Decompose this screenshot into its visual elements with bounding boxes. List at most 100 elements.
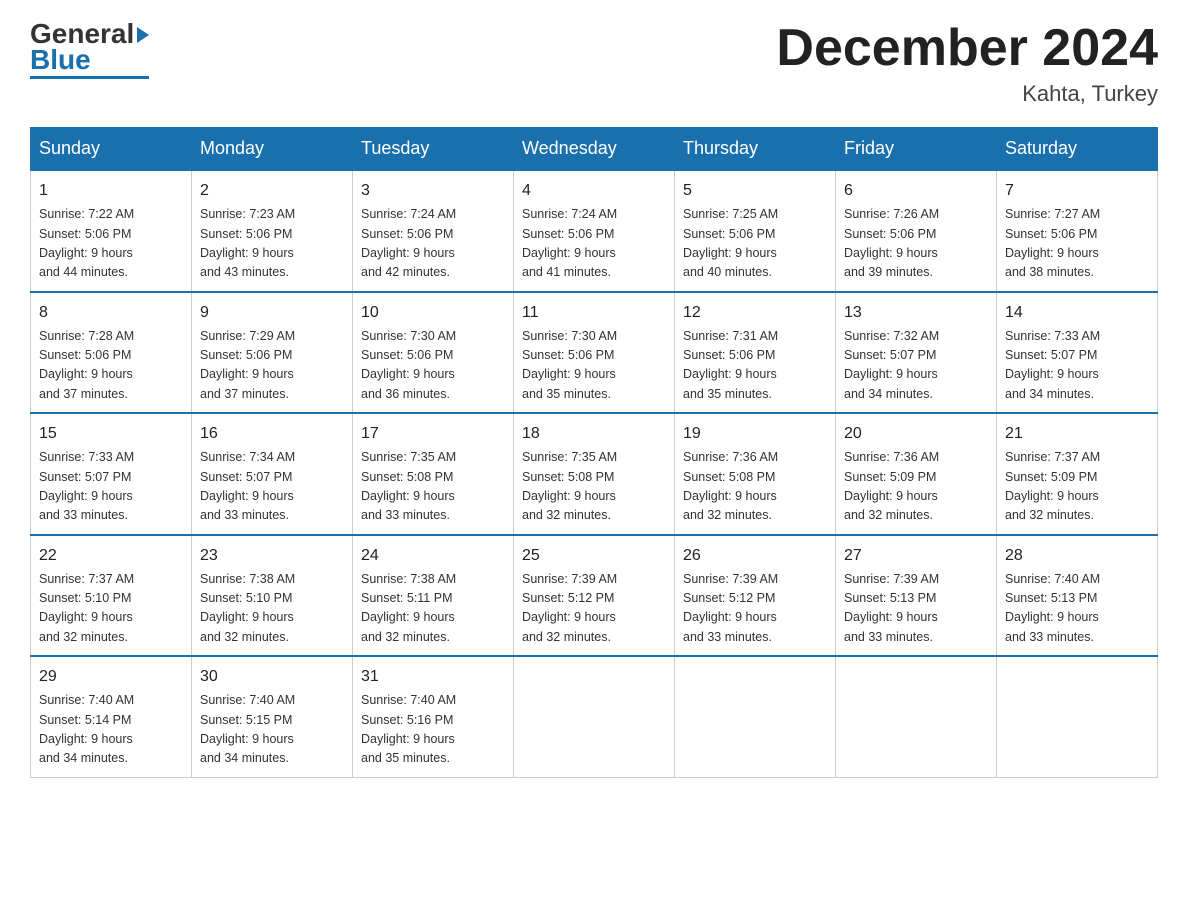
col-saturday: Saturday [997,128,1158,171]
day-number: 2 [200,179,344,203]
calendar-table: Sunday Monday Tuesday Wednesday Thursday… [30,127,1158,778]
logo-blue: Blue [30,46,91,74]
day-info: Sunrise: 7:36 AMSunset: 5:08 PMDaylight:… [683,448,827,526]
table-row: 21 Sunrise: 7:37 AMSunset: 5:09 PMDaylig… [997,413,1158,535]
month-title: December 2024 [776,20,1158,77]
day-info: Sunrise: 7:33 AMSunset: 5:07 PMDaylight:… [39,448,183,526]
day-info: Sunrise: 7:38 AMSunset: 5:11 PMDaylight:… [361,570,505,648]
table-row: 11 Sunrise: 7:30 AMSunset: 5:06 PMDaylig… [514,292,675,414]
day-number: 22 [39,544,183,568]
table-row: 14 Sunrise: 7:33 AMSunset: 5:07 PMDaylig… [997,292,1158,414]
table-row: 10 Sunrise: 7:30 AMSunset: 5:06 PMDaylig… [353,292,514,414]
day-info: Sunrise: 7:22 AMSunset: 5:06 PMDaylight:… [39,205,183,283]
col-tuesday: Tuesday [353,128,514,171]
day-info: Sunrise: 7:39 AMSunset: 5:12 PMDaylight:… [522,570,666,648]
day-info: Sunrise: 7:23 AMSunset: 5:06 PMDaylight:… [200,205,344,283]
day-info: Sunrise: 7:34 AMSunset: 5:07 PMDaylight:… [200,448,344,526]
day-info: Sunrise: 7:24 AMSunset: 5:06 PMDaylight:… [522,205,666,283]
day-number: 12 [683,301,827,325]
table-row: 3 Sunrise: 7:24 AMSunset: 5:06 PMDayligh… [353,170,514,292]
day-number: 5 [683,179,827,203]
table-row: 26 Sunrise: 7:39 AMSunset: 5:12 PMDaylig… [675,535,836,657]
logo-underline [30,76,149,79]
col-sunday: Sunday [31,128,192,171]
table-row: 29 Sunrise: 7:40 AMSunset: 5:14 PMDaylig… [31,656,192,777]
table-row [997,656,1158,777]
day-number: 1 [39,179,183,203]
table-row: 1 Sunrise: 7:22 AMSunset: 5:06 PMDayligh… [31,170,192,292]
table-row: 23 Sunrise: 7:38 AMSunset: 5:10 PMDaylig… [192,535,353,657]
col-wednesday: Wednesday [514,128,675,171]
day-number: 6 [844,179,988,203]
day-number: 20 [844,422,988,446]
day-info: Sunrise: 7:36 AMSunset: 5:09 PMDaylight:… [844,448,988,526]
page-header: General Blue December 2024 Kahta, Turkey [30,20,1158,107]
table-row: 27 Sunrise: 7:39 AMSunset: 5:13 PMDaylig… [836,535,997,657]
location: Kahta, Turkey [776,81,1158,107]
week-row-5: 29 Sunrise: 7:40 AMSunset: 5:14 PMDaylig… [31,656,1158,777]
table-row: 9 Sunrise: 7:29 AMSunset: 5:06 PMDayligh… [192,292,353,414]
table-row: 31 Sunrise: 7:40 AMSunset: 5:16 PMDaylig… [353,656,514,777]
day-number: 26 [683,544,827,568]
day-number: 29 [39,665,183,689]
day-info: Sunrise: 7:39 AMSunset: 5:13 PMDaylight:… [844,570,988,648]
table-row [514,656,675,777]
title-section: December 2024 Kahta, Turkey [776,20,1158,107]
day-info: Sunrise: 7:39 AMSunset: 5:12 PMDaylight:… [683,570,827,648]
table-row: 28 Sunrise: 7:40 AMSunset: 5:13 PMDaylig… [997,535,1158,657]
day-number: 14 [1005,301,1149,325]
day-info: Sunrise: 7:25 AMSunset: 5:06 PMDaylight:… [683,205,827,283]
col-monday: Monday [192,128,353,171]
table-row: 25 Sunrise: 7:39 AMSunset: 5:12 PMDaylig… [514,535,675,657]
day-info: Sunrise: 7:37 AMSunset: 5:09 PMDaylight:… [1005,448,1149,526]
table-row: 19 Sunrise: 7:36 AMSunset: 5:08 PMDaylig… [675,413,836,535]
calendar-header-row: Sunday Monday Tuesday Wednesday Thursday… [31,128,1158,171]
table-row: 6 Sunrise: 7:26 AMSunset: 5:06 PMDayligh… [836,170,997,292]
table-row: 16 Sunrise: 7:34 AMSunset: 5:07 PMDaylig… [192,413,353,535]
day-number: 23 [200,544,344,568]
day-info: Sunrise: 7:38 AMSunset: 5:10 PMDaylight:… [200,570,344,648]
week-row-3: 15 Sunrise: 7:33 AMSunset: 5:07 PMDaylig… [31,413,1158,535]
day-number: 27 [844,544,988,568]
day-info: Sunrise: 7:31 AMSunset: 5:06 PMDaylight:… [683,327,827,405]
week-row-1: 1 Sunrise: 7:22 AMSunset: 5:06 PMDayligh… [31,170,1158,292]
day-info: Sunrise: 7:27 AMSunset: 5:06 PMDaylight:… [1005,205,1149,283]
day-info: Sunrise: 7:28 AMSunset: 5:06 PMDaylight:… [39,327,183,405]
table-row: 15 Sunrise: 7:33 AMSunset: 5:07 PMDaylig… [31,413,192,535]
day-number: 3 [361,179,505,203]
day-number: 13 [844,301,988,325]
day-number: 7 [1005,179,1149,203]
day-info: Sunrise: 7:40 AMSunset: 5:14 PMDaylight:… [39,691,183,769]
day-number: 8 [39,301,183,325]
day-number: 28 [1005,544,1149,568]
day-info: Sunrise: 7:37 AMSunset: 5:10 PMDaylight:… [39,570,183,648]
day-number: 24 [361,544,505,568]
day-number: 11 [522,301,666,325]
day-number: 19 [683,422,827,446]
day-info: Sunrise: 7:40 AMSunset: 5:15 PMDaylight:… [200,691,344,769]
day-number: 30 [200,665,344,689]
table-row: 5 Sunrise: 7:25 AMSunset: 5:06 PMDayligh… [675,170,836,292]
col-thursday: Thursday [675,128,836,171]
table-row: 20 Sunrise: 7:36 AMSunset: 5:09 PMDaylig… [836,413,997,535]
day-info: Sunrise: 7:30 AMSunset: 5:06 PMDaylight:… [361,327,505,405]
day-info: Sunrise: 7:30 AMSunset: 5:06 PMDaylight:… [522,327,666,405]
day-info: Sunrise: 7:35 AMSunset: 5:08 PMDaylight:… [522,448,666,526]
logo: General Blue [30,20,149,79]
day-number: 4 [522,179,666,203]
day-info: Sunrise: 7:35 AMSunset: 5:08 PMDaylight:… [361,448,505,526]
table-row: 13 Sunrise: 7:32 AMSunset: 5:07 PMDaylig… [836,292,997,414]
week-row-4: 22 Sunrise: 7:37 AMSunset: 5:10 PMDaylig… [31,535,1158,657]
table-row: 22 Sunrise: 7:37 AMSunset: 5:10 PMDaylig… [31,535,192,657]
day-number: 10 [361,301,505,325]
day-info: Sunrise: 7:40 AMSunset: 5:16 PMDaylight:… [361,691,505,769]
day-number: 15 [39,422,183,446]
table-row: 30 Sunrise: 7:40 AMSunset: 5:15 PMDaylig… [192,656,353,777]
week-row-2: 8 Sunrise: 7:28 AMSunset: 5:06 PMDayligh… [31,292,1158,414]
table-row [836,656,997,777]
table-row: 18 Sunrise: 7:35 AMSunset: 5:08 PMDaylig… [514,413,675,535]
day-number: 16 [200,422,344,446]
day-info: Sunrise: 7:40 AMSunset: 5:13 PMDaylight:… [1005,570,1149,648]
day-number: 17 [361,422,505,446]
table-row: 8 Sunrise: 7:28 AMSunset: 5:06 PMDayligh… [31,292,192,414]
